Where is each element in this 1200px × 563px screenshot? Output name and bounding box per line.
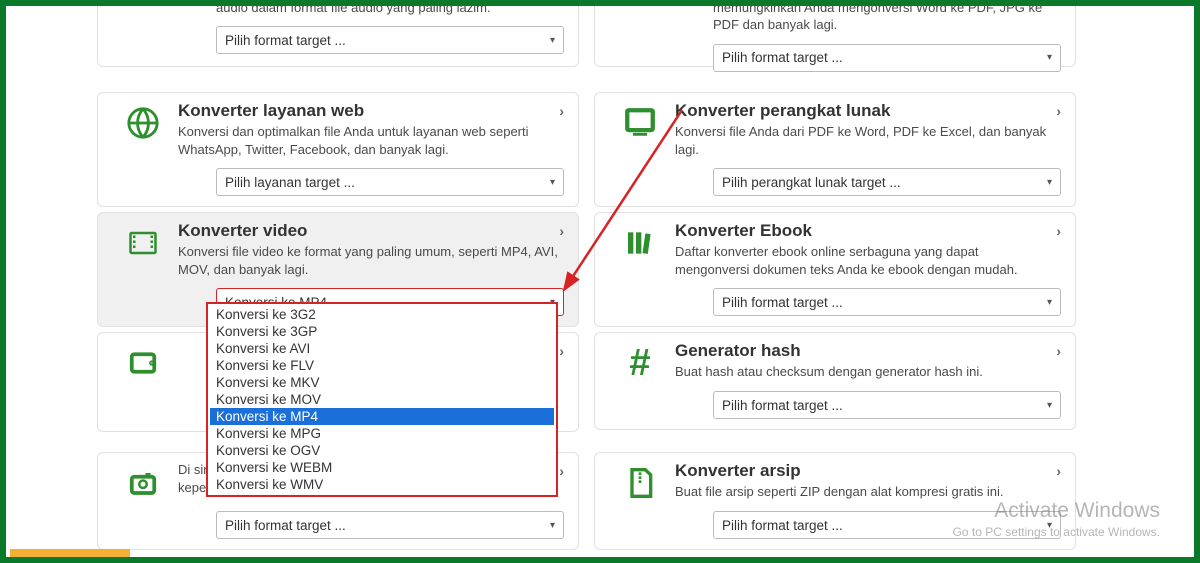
dropdown-option[interactable]: Konversi ke WMV (210, 476, 554, 493)
select-image-format[interactable]: Pilih format target ... ▾ (216, 511, 564, 539)
select-label: Pilih format target ... (722, 398, 843, 413)
select-hash-format[interactable]: Pilih format target ... ▾ (713, 391, 1061, 419)
chevron-down-icon: ▾ (1047, 400, 1052, 411)
globe-icon (123, 105, 163, 141)
chevron-down-icon: ▾ (1047, 297, 1052, 308)
dropdown-option[interactable]: Konversi ke OGV (210, 442, 554, 459)
select-label: Pilih format target ... (722, 295, 843, 310)
chevron-down-icon: ▾ (1047, 177, 1052, 188)
select-label: Pilih format target ... (225, 518, 346, 533)
card-desc: Konversi file Anda dari PDF ke Word, PDF… (675, 123, 1055, 158)
select-audio-format[interactable]: Pilih format target ... ▾ (216, 26, 564, 54)
card-desc: Daftar konverter ebook online serbaguna … (675, 243, 1055, 278)
card-ebook[interactable]: Konverter Ebook Daftar konverter ebook o… (594, 212, 1076, 327)
chevron-right-icon: › (1056, 463, 1061, 479)
dropdown-option[interactable]: Konversi ke MKV (210, 374, 554, 391)
chevron-right-icon: › (1056, 343, 1061, 359)
books-icon (620, 225, 660, 261)
card-web-service[interactable]: Konverter layanan web Konversi dan optim… (97, 92, 579, 207)
card-desc: Buat file arsip seperti ZIP dengan alat … (675, 483, 1055, 501)
software-icon (620, 105, 660, 141)
tablet-icon (123, 345, 163, 381)
select-label: Pilih format target ... (225, 33, 346, 48)
select-web-service[interactable]: Pilih layanan target ... ▾ (216, 168, 564, 196)
card-desc: Konversi dan optimalkan file Anda untuk … (178, 123, 558, 158)
chevron-right-icon: › (1056, 103, 1061, 119)
card-title: Konverter arsip (675, 461, 1055, 481)
dropdown-option[interactable]: Konversi ke MPG (210, 425, 554, 442)
card-title: Konverter video (178, 221, 558, 241)
chevron-right-icon: › (559, 103, 564, 119)
chevron-down-icon: ▾ (550, 177, 555, 188)
select-label: Pilih format target ... (722, 518, 843, 533)
card-title: Konverter Ebook (675, 221, 1055, 241)
dropdown-option[interactable]: Konversi ke AVI (210, 340, 554, 357)
chevron-down-icon: ▾ (1047, 52, 1052, 63)
chevron-right-icon: › (1056, 223, 1061, 239)
archive-icon (620, 465, 660, 501)
card-document[interactable]: Pemilihan konverter dokumen gratis kami … (594, 0, 1076, 67)
select-software[interactable]: Pilih perangkat lunak target ... ▾ (713, 168, 1061, 196)
card-desc: Konverter audio online serbaguna yang me… (216, 0, 558, 16)
chevron-down-icon: ▾ (1047, 520, 1052, 531)
chevron-right-icon: › (559, 343, 564, 359)
card-archive[interactable]: Konverter arsip Buat file arsip seperti … (594, 452, 1076, 550)
card-desc: Konversi file video ke format yang palin… (178, 243, 558, 278)
select-archive-format[interactable]: Pilih format target ... ▾ (713, 511, 1061, 539)
card-software[interactable]: Konverter perangkat lunak Konversi file … (594, 92, 1076, 207)
card-desc: Buat hash atau checksum dengan generator… (675, 363, 1055, 381)
dropdown-option[interactable]: Konversi ke MOV (210, 391, 554, 408)
card-desc: Pemilihan konverter dokumen gratis kami … (713, 0, 1055, 34)
card-title: Konverter perangkat lunak (675, 101, 1055, 121)
camera-icon (123, 465, 163, 501)
chevron-down-icon: ▾ (550, 35, 555, 46)
select-document-format[interactable]: Pilih format target ... ▾ (713, 44, 1061, 72)
taskbar-highlight (10, 549, 130, 557)
chevron-right-icon: › (559, 463, 564, 479)
film-icon (123, 225, 163, 261)
select-label: Pilih layanan target ... (225, 175, 355, 190)
card-audio[interactable]: Konverter audio online serbaguna yang me… (97, 0, 579, 67)
chevron-right-icon: › (559, 223, 564, 239)
card-title: Konverter layanan web (178, 101, 558, 121)
select-label: Pilih perangkat lunak target ... (722, 175, 901, 190)
dropdown-option[interactable]: Konversi ke 3GP (210, 323, 554, 340)
dropdown-option[interactable]: Konversi ke 3G2 (210, 306, 554, 323)
dropdown-option[interactable]: Konversi ke FLV (210, 357, 554, 374)
video-format-dropdown[interactable]: Konversi ke 3G2Konversi ke 3GPKonversi k… (206, 302, 558, 497)
hash-icon: # (620, 345, 660, 381)
card-title: Generator hash (675, 341, 1055, 361)
select-ebook-format[interactable]: Pilih format target ... ▾ (713, 288, 1061, 316)
card-hash[interactable]: # Generator hash Buat hash atau checksum… (594, 332, 1076, 430)
select-label: Pilih format target ... (722, 50, 843, 65)
chevron-down-icon: ▾ (550, 520, 555, 531)
dropdown-option[interactable]: Konversi ke WEBM (210, 459, 554, 476)
converter-grid: Konverter audio online serbaguna yang me… (92, 0, 1082, 560)
dropdown-option[interactable]: Konversi ke MP4 (210, 408, 554, 425)
